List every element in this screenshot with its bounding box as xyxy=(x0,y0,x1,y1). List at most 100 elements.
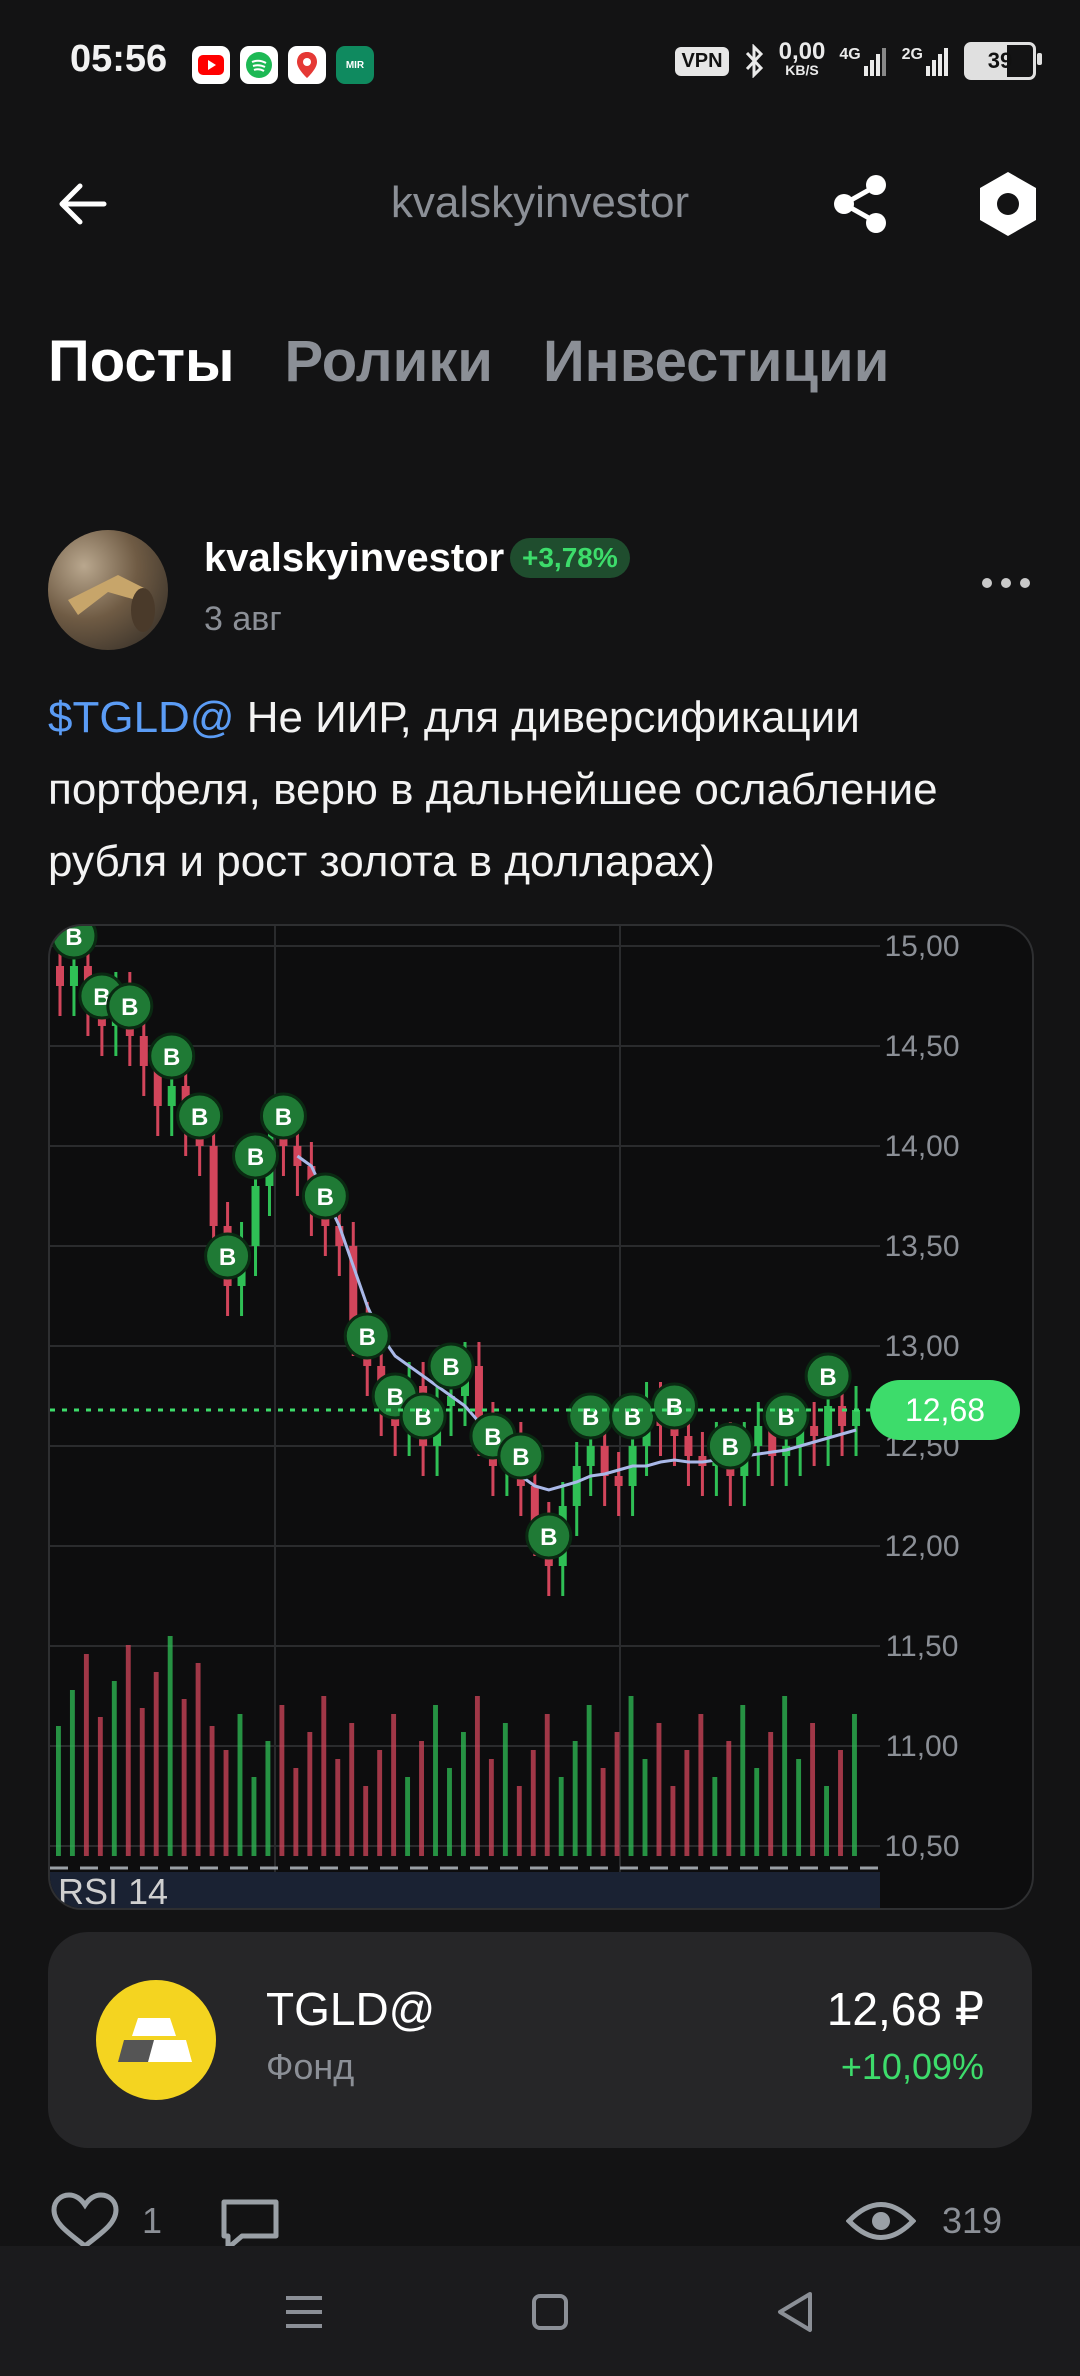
dot-icon xyxy=(1001,578,1011,588)
notification-icons: MIR xyxy=(192,46,374,84)
candle-body xyxy=(139,1036,148,1066)
comment-icon xyxy=(221,2199,279,2251)
header-title: kvalskyinvestor xyxy=(390,178,690,227)
volume-bar xyxy=(321,1696,327,1856)
volume-bar xyxy=(810,1723,816,1856)
volume-bar xyxy=(614,1732,620,1856)
volume-bar xyxy=(558,1777,564,1856)
volume-bar xyxy=(642,1759,648,1856)
volume-bar xyxy=(474,1696,480,1856)
candle-body xyxy=(209,1146,218,1226)
buy-marker-label: B xyxy=(666,1394,683,1421)
current-price-label: 12,68 xyxy=(905,1392,985,1428)
home-button[interactable] xyxy=(530,2292,570,2337)
buy-marker-label: B xyxy=(778,1404,795,1431)
post-text: $TGLD@ Не ИИР, для диверсификации портфе… xyxy=(48,682,1038,898)
volume-bar xyxy=(167,1636,173,1856)
volume-bar xyxy=(782,1696,788,1856)
ticker-link[interactable]: $TGLD@ xyxy=(48,693,234,742)
price-tick-label: 13,00 xyxy=(884,1330,959,1363)
share-icon xyxy=(834,175,886,233)
candle-body xyxy=(614,1476,623,1486)
svg-text:MIR: MIR xyxy=(346,60,365,71)
volume-bar xyxy=(209,1726,215,1856)
vpn-indicator: VPN xyxy=(675,46,729,76)
volume-bar xyxy=(796,1759,802,1856)
author-avatar[interactable] xyxy=(48,530,168,650)
buy-marker-label: B xyxy=(247,1144,264,1171)
instrument-change: +10,09% xyxy=(840,2046,984,2087)
volume-bar xyxy=(461,1732,466,1856)
like-count: 1 xyxy=(142,2200,163,2241)
price-tick-label: 11,00 xyxy=(886,1730,959,1763)
price-tick-label: 14,00 xyxy=(884,1130,959,1163)
volume-bar xyxy=(684,1750,690,1856)
volume-bar xyxy=(600,1768,606,1856)
volume-bar xyxy=(698,1714,704,1856)
back-nav-button[interactable] xyxy=(774,2290,814,2339)
battery-icon: 39 xyxy=(964,42,1042,80)
gold-bars-icon xyxy=(96,1980,216,2100)
buy-marker-label: B xyxy=(512,1444,529,1471)
rsi-pane xyxy=(50,1872,880,1908)
buy-marker-label: B xyxy=(624,1404,641,1431)
volume-bar xyxy=(139,1708,145,1856)
candle-body xyxy=(251,1186,260,1246)
buy-marker-label: B xyxy=(484,1424,501,1451)
candle-body xyxy=(600,1446,609,1476)
volume-bar xyxy=(754,1768,760,1856)
mir-pay-icon: MIR xyxy=(336,46,374,84)
price-chart: 15,0014,5014,0013,5013,0012,5012,0011,50… xyxy=(50,926,1020,1908)
tab-videos[interactable]: Ролики xyxy=(285,328,493,395)
recents-button[interactable] xyxy=(284,2292,324,2337)
buy-marker-label: B xyxy=(121,994,138,1021)
price-tick-label: 13,50 xyxy=(884,1230,959,1263)
volume-bar xyxy=(195,1663,201,1856)
volume-bar xyxy=(251,1777,257,1856)
settings-button[interactable] xyxy=(976,170,1040,243)
candle-body xyxy=(167,1086,176,1106)
candle-body xyxy=(810,1426,819,1436)
volume-bar xyxy=(838,1750,843,1856)
share-button[interactable] xyxy=(828,172,892,241)
system-status: VPN 0,00 KB/S 4G 2G 39 xyxy=(675,38,1042,80)
buy-marker-label: B xyxy=(219,1244,236,1271)
heart-icon xyxy=(51,2192,119,2250)
volume-bar xyxy=(516,1786,522,1856)
volume-bar xyxy=(56,1726,61,1856)
volume-bar xyxy=(153,1672,159,1856)
volume-bar xyxy=(97,1717,103,1856)
volume-bar xyxy=(265,1741,271,1856)
volume-bar xyxy=(419,1741,424,1856)
tab-posts[interactable]: Посты xyxy=(48,328,235,395)
buy-marker-label: B xyxy=(722,1434,739,1461)
volume-bar xyxy=(111,1681,117,1856)
net-speed: 0,00 KB/S xyxy=(778,38,826,79)
author-name[interactable]: kvalskyinvestor xyxy=(204,536,504,581)
more-options-button[interactable] xyxy=(982,578,1030,588)
volume-bar xyxy=(670,1786,676,1856)
maps-pin-icon xyxy=(288,46,326,84)
profile-tabs: Посты Ролики Инвестиции xyxy=(48,328,889,395)
author-return-badge: +3,78% xyxy=(510,538,630,578)
volume-bar xyxy=(447,1768,452,1856)
volume-bar xyxy=(656,1723,662,1856)
youtube-icon xyxy=(192,46,230,84)
post-chart-image[interactable]: 15,00 14,50 14,00 13,50 13,00 12,50 12,00 11,50… xyxy=(48,924,1034,1910)
instrument-card[interactable]: TGLD@ Фонд 12,68 ₽ +10,09% xyxy=(48,1932,1032,2148)
price-tick-label: 11,50 xyxy=(886,1630,959,1663)
buy-marker-label: B xyxy=(163,1044,180,1071)
dot-icon xyxy=(982,578,992,588)
volume-bar xyxy=(502,1723,508,1856)
volume-bar xyxy=(544,1714,550,1856)
tab-investments[interactable]: Инвестиции xyxy=(543,328,889,395)
candle-body xyxy=(684,1436,693,1456)
volume-bar xyxy=(726,1741,732,1856)
triangle-back-icon xyxy=(778,2292,812,2332)
volume-bar xyxy=(69,1690,75,1856)
volume-bar xyxy=(768,1732,774,1856)
buy-marker-label: B xyxy=(387,1384,404,1411)
volume-bar xyxy=(279,1705,285,1856)
buy-marker-label: B xyxy=(442,1354,459,1381)
buy-marker-label: B xyxy=(414,1404,431,1431)
